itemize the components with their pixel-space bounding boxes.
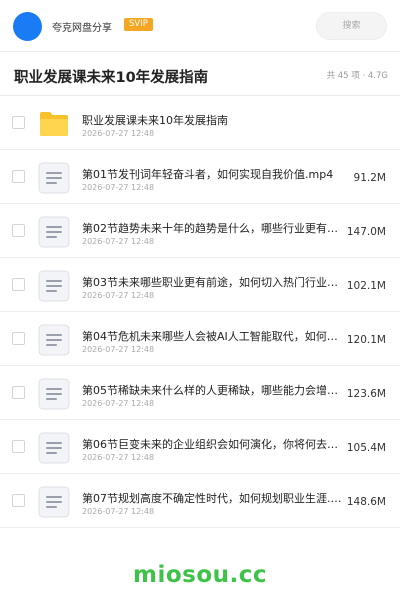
file-date: 2026-07-27 12:48 xyxy=(82,237,155,246)
row-checkbox[interactable] xyxy=(12,224,25,237)
file-size: 148.6M xyxy=(346,496,386,508)
row-checkbox[interactable] xyxy=(12,170,25,183)
share-title: 夸克网盘分享 xyxy=(52,23,112,34)
item-count: 共 45 项 · 4.7G xyxy=(326,71,388,81)
file-date: 2026-07-27 12:48 xyxy=(82,291,155,300)
file-name: 第04节危机未来哪些人会被AI人工智能取代，如何应对.mp4 xyxy=(82,330,346,343)
row-checkbox[interactable] xyxy=(12,116,25,129)
file-name: 第05节稀缺未来什么样的人更稀缺，哪些能力会增值.mp4 xyxy=(82,384,346,397)
folder-row[interactable]: 职业发展课未来10年发展指南 2026-07-27 12:48 xyxy=(0,96,400,150)
file-row[interactable]: 第04节危机未来哪些人会被AI人工智能取代，如何应对.mp4 2026-07-27… xyxy=(0,312,400,366)
page-title: 职业发展课未来10年发展指南 xyxy=(14,70,209,86)
file-date: 2026-07-27 12:48 xyxy=(82,345,155,354)
row-checkbox[interactable] xyxy=(12,278,25,291)
avatar[interactable] xyxy=(13,12,42,41)
file-size: 91.2M xyxy=(353,172,386,184)
file-name: 第01节发刊词年轻奋斗者，如何实现自我价值.mp4 xyxy=(82,168,334,181)
row-checkbox[interactable] xyxy=(12,440,25,453)
file-name: 第02节趋势未来十年的趋势是什么，哪些行业更有机会.mp4 xyxy=(82,222,346,235)
document-icon xyxy=(38,432,70,464)
file-date: 2026-07-27 12:48 xyxy=(82,453,155,462)
row-checkbox[interactable] xyxy=(12,332,25,345)
file-row[interactable]: 第02节趋势未来十年的趋势是什么，哪些行业更有机会.mp4 2026-07-27 … xyxy=(0,204,400,258)
file-row[interactable]: 第07节规划高度不确定性时代，如何规划职业生涯.mp4 2026-07-27 12… xyxy=(0,474,400,528)
file-size: 102.1M xyxy=(346,280,386,292)
watermark: miosou.cc xyxy=(132,562,268,588)
file-list: 职业发展课未来10年发展指南 2026-07-27 12:48 第01节发刊词年轻奋… xyxy=(0,96,400,528)
file-name: 第03节未来哪些职业更有前途，如何切入热门行业？.mp4 xyxy=(82,276,346,289)
file-name: 职业发展课未来10年发展指南 xyxy=(82,114,228,127)
row-checkbox[interactable] xyxy=(12,494,25,507)
file-row[interactable]: 第06节巨变未来的企业组织会如何演化，你将何去何从.mp4 2026-07-27 … xyxy=(0,420,400,474)
file-size: 123.6M xyxy=(346,388,386,400)
file-name: 第07节规划高度不确定性时代，如何规划职业生涯.mp4 xyxy=(82,492,346,505)
document-icon xyxy=(38,378,70,410)
document-icon xyxy=(38,216,70,248)
file-row[interactable]: 第03节未来哪些职业更有前途，如何切入热门行业？.mp4 2026-07-27 1… xyxy=(0,258,400,312)
file-date: 2026-07-27 12:48 xyxy=(82,129,155,138)
document-icon xyxy=(38,162,70,194)
document-icon xyxy=(38,324,70,356)
svip-badge: SVIP xyxy=(124,18,153,31)
page-header: 职业发展课未来10年发展指南 共 45 项 · 4.7G xyxy=(0,52,400,96)
file-size: 105.4M xyxy=(346,442,386,454)
file-size: 120.1M xyxy=(346,334,386,346)
file-date: 2026-07-27 12:48 xyxy=(82,507,155,516)
search-input[interactable]: 搜索 xyxy=(316,12,387,40)
file-row[interactable]: 第05节稀缺未来什么样的人更稀缺，哪些能力会增值.mp4 2026-07-27 1… xyxy=(0,366,400,420)
file-row[interactable]: 第01节发刊词年轻奋斗者，如何实现自我价值.mp4 2026-07-27 12:4… xyxy=(0,150,400,204)
file-date: 2026-07-27 12:48 xyxy=(82,399,155,408)
top-bar: 夸克网盘分享 SVIP 搜索 xyxy=(0,0,400,52)
document-icon xyxy=(38,486,70,518)
file-date: 2026-07-27 12:48 xyxy=(82,183,155,192)
folder-icon xyxy=(38,108,70,140)
document-icon xyxy=(38,270,70,302)
file-name: 第06节巨变未来的企业组织会如何演化，你将何去何从.mp4 xyxy=(82,438,346,451)
file-size: 147.0M xyxy=(346,226,386,238)
row-checkbox[interactable] xyxy=(12,386,25,399)
